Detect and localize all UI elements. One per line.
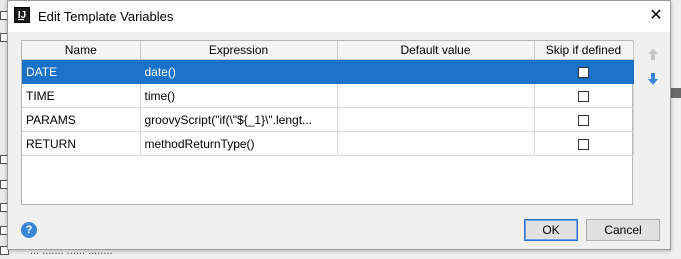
table-header: Name Expression Default value Skip if de… xyxy=(22,41,634,60)
edit-template-variables-dialog: IJ Edit Template Variables ✕ Name Expres… xyxy=(7,0,671,250)
title-bar[interactable]: IJ Edit Template Variables ✕ xyxy=(8,1,670,32)
ok-button[interactable]: OK xyxy=(524,219,578,241)
default-value-cell[interactable] xyxy=(337,83,535,108)
dialog-title: Edit Template Variables xyxy=(38,9,174,24)
default-value-cell[interactable] xyxy=(337,107,535,132)
skip-if-defined-checkbox[interactable] xyxy=(578,138,589,150)
default-value-cell[interactable] xyxy=(337,131,535,156)
column-header-name[interactable]: Name xyxy=(22,41,141,60)
expression-cell[interactable]: time() xyxy=(140,83,338,108)
help-button[interactable]: ? xyxy=(21,222,37,238)
variable-name-cell[interactable]: RETURN xyxy=(22,131,141,156)
variable-name-cell[interactable]: TIME xyxy=(22,83,141,108)
skip-if-defined-cell xyxy=(534,59,634,84)
variables-table: Name Expression Default value Skip if de… xyxy=(21,40,634,205)
background-scroll-fragment xyxy=(671,88,681,98)
variable-name-cell[interactable]: PARAMS xyxy=(22,107,141,132)
table-row[interactable]: TIME time() xyxy=(22,83,634,108)
skip-if-defined-cell xyxy=(534,107,634,132)
default-value-cell[interactable] xyxy=(337,59,535,84)
intellij-app-icon: IJ xyxy=(14,7,30,23)
close-button[interactable]: ✕ xyxy=(644,5,668,27)
arrow-up-icon xyxy=(648,48,658,60)
skip-if-defined-cell xyxy=(534,83,634,108)
table-row[interactable]: DATE date() xyxy=(22,59,634,84)
column-header-default-value[interactable]: Default value xyxy=(337,41,535,60)
skip-if-defined-checkbox[interactable] xyxy=(578,66,589,78)
arrow-down-icon xyxy=(648,73,658,85)
table-row[interactable]: PARAMS groovyScript("if(\"${_1}\".lengt.… xyxy=(22,107,634,132)
variable-name-cell[interactable]: DATE xyxy=(22,59,141,84)
column-header-skip-if-defined[interactable]: Skip if defined xyxy=(534,41,634,60)
skip-if-defined-checkbox[interactable] xyxy=(578,90,589,102)
skip-if-defined-checkbox[interactable] xyxy=(578,114,589,126)
skip-if-defined-cell xyxy=(534,131,634,156)
table-row[interactable]: RETURN methodReturnType() xyxy=(22,131,634,156)
move-down-button[interactable] xyxy=(645,71,661,87)
expression-cell[interactable]: groovyScript("if(\"${_1}\".lengt... xyxy=(140,107,338,132)
cancel-button[interactable]: Cancel xyxy=(586,219,660,241)
move-up-button[interactable] xyxy=(645,46,661,62)
column-header-expression[interactable]: Expression xyxy=(140,41,338,60)
expression-cell[interactable]: date() xyxy=(140,59,338,84)
expression-cell[interactable]: methodReturnType() xyxy=(140,131,338,156)
